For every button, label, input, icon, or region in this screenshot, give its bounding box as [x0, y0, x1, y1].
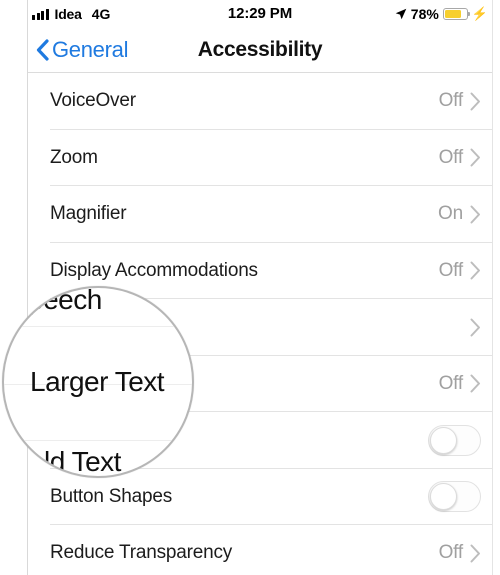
chevron-right-icon [470, 261, 480, 280]
row-label: VoiceOver [50, 90, 136, 112]
magnified-text-bold-text: ld Text [44, 446, 121, 477]
row-label: Magnifier [50, 203, 127, 225]
navigation-bar: General Accessibility [28, 27, 492, 73]
page-title: Accessibility [197, 37, 323, 61]
settings-row-voiceover[interactable]: VoiceOver Off [28, 73, 492, 130]
chevron-right-icon [470, 92, 480, 111]
row-value: Off [438, 372, 464, 394]
lens-separator [4, 440, 192, 441]
row-label: Reduce Transparency [50, 542, 233, 564]
toggle-switch[interactable] [428, 481, 481, 513]
chevron-right-icon [470, 544, 480, 563]
clock-label: 12:29 PM [227, 5, 293, 22]
toggle-switch[interactable] [428, 424, 481, 456]
row-accessory [470, 299, 481, 356]
battery-percent-label: 78% [410, 5, 439, 22]
row-value: Off [438, 90, 464, 112]
row-value: Off [438, 542, 464, 564]
location-arrow-icon [395, 8, 407, 19]
row-accessory [428, 412, 481, 469]
chevron-right-icon [470, 205, 480, 224]
battery-icon [442, 7, 471, 20]
chevron-right-icon [470, 374, 480, 393]
toggle-knob [430, 483, 457, 511]
lens-separator [4, 326, 192, 327]
status-bar-right: 78% ⚡ [395, 0, 488, 27]
row-accessory: Off [439, 243, 481, 300]
row-value: Off [438, 259, 464, 281]
row-accessory: On [438, 186, 481, 243]
row-accessory: Off [439, 356, 481, 413]
settings-row-zoom[interactable]: Zoom Off [28, 130, 492, 187]
row-accessory: Off [439, 130, 481, 187]
chevron-right-icon [470, 148, 480, 167]
row-accessory [428, 469, 481, 526]
settings-row-reduce-transparency[interactable]: Reduce Transparency Off [28, 525, 492, 575]
row-accessory: Off [439, 525, 481, 575]
row-label: Zoom [50, 146, 98, 168]
row-value: Off [438, 146, 464, 168]
settings-row-magnifier[interactable]: Magnifier On [28, 186, 492, 243]
phone-screen: Idea 4G 12:29 PM 78% ⚡ General Accessibi… [0, 0, 500, 575]
magnified-text-larger-text: Larger Text [30, 366, 165, 397]
magnified-text-speech: peech [28, 286, 102, 315]
lightning-bolt-icon: ⚡ [471, 6, 488, 21]
row-value: On [438, 203, 463, 225]
magnifier-lens: peech Larger Text ld Text [2, 286, 194, 478]
status-bar: Idea 4G 12:29 PM 78% ⚡ [28, 0, 492, 27]
row-accessory: Off [439, 73, 481, 130]
toggle-knob [430, 426, 457, 454]
screen-edge-right [492, 0, 493, 575]
chevron-right-icon [470, 318, 480, 337]
